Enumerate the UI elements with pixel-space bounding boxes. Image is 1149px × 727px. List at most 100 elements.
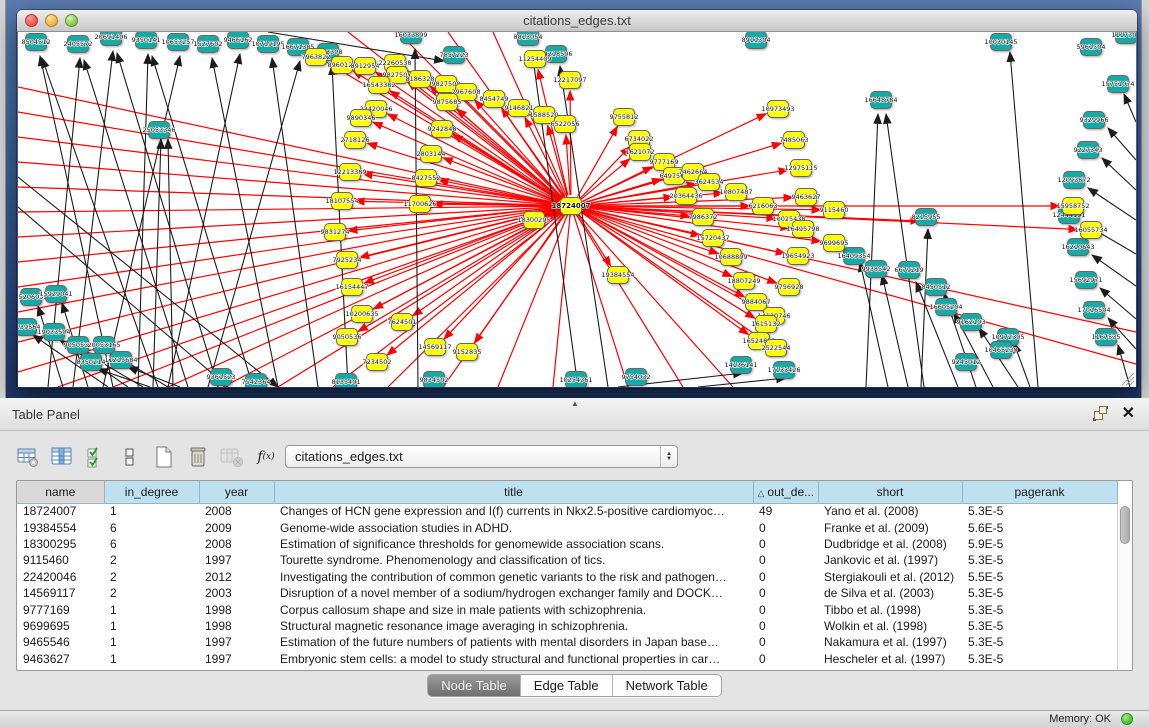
cited-paper-node[interactable]: 9875685 <box>433 94 462 111</box>
citation-edge[interactable] <box>387 213 561 355</box>
table-cell[interactable]: 19384554 <box>17 519 104 535</box>
paper-node[interactable]: 9245012 <box>952 354 981 371</box>
table-cell[interactable]: Tourette syndrome. Phenomenology and cla… <box>274 552 753 568</box>
table-cell[interactable]: Hescheler et al. (1997) <box>818 651 962 667</box>
paper-node[interactable]: 19033504 <box>37 324 70 341</box>
table-cell[interactable]: 2009 <box>199 519 274 535</box>
citation-edge[interactable] <box>358 212 560 332</box>
column-header-out_de[interactable]: △out_de... <box>753 481 818 503</box>
paper-node[interactable]: 16210643 <box>1061 239 1094 256</box>
paper-node[interactable]: 5961504 <box>1077 39 1106 56</box>
table-cell[interactable]: 9699695 <box>17 618 104 634</box>
network-edge[interactable] <box>138 54 148 387</box>
row-height-icon[interactable] <box>118 445 142 469</box>
network-edge[interactable] <box>1088 188 1136 220</box>
table-cell[interactable]: 9465546 <box>17 634 104 650</box>
table-cell[interactable]: 0 <box>753 651 818 667</box>
paper-node[interactable]: 17133426 <box>767 362 800 379</box>
table-cell[interactable]: Corpus callosum shape and size in male p… <box>274 601 753 617</box>
paper-node[interactable]: 9227343 <box>1074 142 1103 159</box>
cited-paper-node[interactable]: 19384554 <box>601 267 634 284</box>
scrollbar-thumb[interactable] <box>1120 506 1130 544</box>
citation-edge[interactable] <box>570 91 571 195</box>
table-cell[interactable]: Estimation of the future numbers of pati… <box>274 634 753 650</box>
cited-paper-node[interactable]: 9050536 <box>333 329 362 346</box>
network-edge[interactable] <box>1102 158 1136 190</box>
table-cell[interactable]: 5.3E-5 <box>962 552 1117 568</box>
paper-node[interactable]: 9938542 <box>862 261 891 278</box>
table-cell[interactable]: 5.5E-5 <box>962 569 1117 585</box>
paper-node[interactable]: 10653257 <box>161 34 194 51</box>
network-edge[interactable] <box>208 61 300 387</box>
network-edge[interactable] <box>1118 345 1130 387</box>
citation-edge[interactable] <box>553 206 571 387</box>
table-cell[interactable]: 2 <box>104 569 199 585</box>
select-columns-icon[interactable] <box>84 445 108 469</box>
table-cell[interactable]: 18300295 <box>17 536 104 552</box>
paper-node[interactable]: 15751074 <box>1101 76 1134 93</box>
citation-edge[interactable] <box>571 206 1136 364</box>
paper-node[interactable]: 8504512 <box>22 34 51 51</box>
paper-node[interactable]: 9834502 <box>420 372 449 388</box>
cited-paper-node[interactable]: 16154447 <box>335 279 368 296</box>
cited-paper-node[interactable]: 9831274 <box>321 224 350 241</box>
cited-paper-node[interactable]: 10688809 <box>714 249 747 266</box>
cited-paper-node[interactable]: 10807487 <box>719 184 752 201</box>
table-cell[interactable]: Nakamura et al. (1997) <box>818 634 962 650</box>
paper-node[interactable]: 9754032 <box>622 369 651 386</box>
table-cell[interactable]: 0 <box>753 552 818 568</box>
table-cell[interactable]: Changes of HCN gene expression and I(f) … <box>274 503 753 519</box>
cited-paper-node[interactable]: 8186328 <box>406 71 435 88</box>
table-cell[interactable]: 0 <box>753 569 818 585</box>
table-cell[interactable]: 1 <box>104 651 199 667</box>
table-cell[interactable]: Jankovic et al. (1997) <box>818 552 962 568</box>
table-cell[interactable]: 6 <box>104 519 199 535</box>
paper-node[interactable]: 16033809 <box>394 32 427 44</box>
table-cell[interactable]: 5.6E-5 <box>962 519 1117 535</box>
table-cell[interactable]: de Silva et al. (2003) <box>818 585 962 601</box>
table-row[interactable]: 1830029562008Estimation of significance … <box>17 536 1117 552</box>
network-window-titlebar[interactable]: citations_edges.txt <box>17 10 1137 32</box>
table-cell[interactable]: 1 <box>104 601 199 617</box>
cited-paper-node[interactable]: 7963822 <box>302 49 331 66</box>
paper-node[interactable]: 9466162 <box>224 32 253 49</box>
cited-paper-node[interactable]: 6216063 <box>749 198 778 215</box>
table-cell[interactable]: 5.3E-5 <box>962 651 1117 667</box>
paper-node[interactable]: 10254361 <box>559 372 592 388</box>
cited-paper-node[interactable]: 7624501 <box>388 314 417 331</box>
cited-paper-node[interactable]: 9152835 <box>453 344 482 361</box>
paper-node[interactable]: 16648784 <box>864 92 897 109</box>
table-selector-combobox[interactable]: citations_edges.txt ▲▼ <box>285 445 678 468</box>
table-cell[interactable]: 9777169 <box>17 601 104 617</box>
tab-node-table[interactable]: Node Table <box>428 675 521 696</box>
table-cell[interactable]: Estimation of significance thresholds fo… <box>274 536 753 552</box>
table-cell[interactable]: 18724007 <box>17 503 104 519</box>
paper-node[interactable]: 1167535 <box>1092 329 1121 346</box>
table-cell[interactable]: 2012 <box>199 569 274 585</box>
table-cell[interactable]: 1997 <box>199 634 274 650</box>
table-cell[interactable]: 6 <box>104 536 199 552</box>
table-cell[interactable]: 22420046 <box>17 569 104 585</box>
paper-node[interactable]: 14136141 <box>724 357 757 374</box>
cited-paper-node[interactable]: 1615132 <box>752 316 781 333</box>
table-cell[interactable]: 14569117 <box>17 585 104 601</box>
table-row[interactable]: 946362711997Embryonic stem cells: a mode… <box>17 651 1117 667</box>
table-cell[interactable]: 2 <box>104 552 199 568</box>
table-cell[interactable]: Genome-wide association studies in ADHD. <box>274 519 753 535</box>
cited-paper-node[interactable]: 9115460 <box>820 202 849 219</box>
cited-paper-node[interactable]: 2522544 <box>762 340 791 357</box>
cited-paper-node[interactable]: 2718126 <box>341 132 370 149</box>
table-cell[interactable]: 1 <box>104 618 199 634</box>
float-panel-icon[interactable] <box>1093 406 1108 421</box>
network-edge[interactable] <box>1108 128 1136 160</box>
paper-node[interactable]: 8135401 <box>332 374 361 388</box>
cited-paper-node[interactable]: 7234502 <box>363 354 392 371</box>
table-cell[interactable]: Stergiakouli et al. (2012) <box>818 569 962 585</box>
paper-node[interactable]: 16605204 <box>929 299 962 316</box>
paper-node[interactable]: 20691406 <box>94 32 127 46</box>
cited-paper-node[interactable]: 8912954 <box>351 58 380 75</box>
network-edge[interactable] <box>866 114 878 387</box>
table-row[interactable]: 911546021997Tourette syndrome. Phenomeno… <box>17 552 1117 568</box>
table-cell[interactable]: 0 <box>753 634 818 650</box>
table-cell[interactable]: 1 <box>104 634 199 650</box>
